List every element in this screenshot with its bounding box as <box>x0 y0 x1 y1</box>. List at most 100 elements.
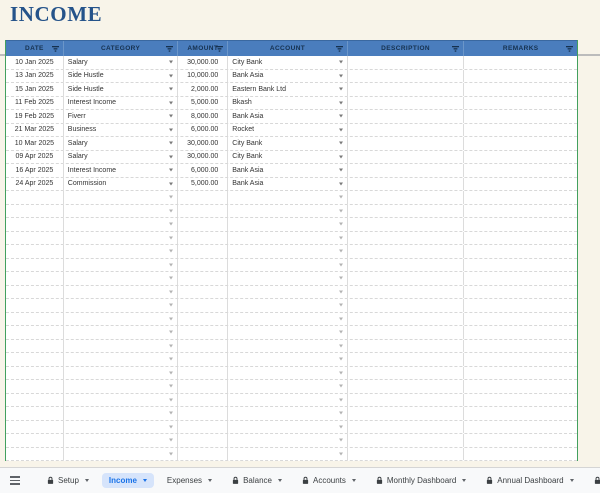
cell-dropdown-icon[interactable] <box>339 277 343 280</box>
account-cell[interactable] <box>228 191 348 204</box>
account-cell[interactable] <box>228 448 348 461</box>
account-cell[interactable] <box>228 286 348 299</box>
cell-dropdown-icon[interactable] <box>339 128 343 131</box>
cell-dropdown-icon[interactable] <box>339 115 343 118</box>
category-cell[interactable] <box>64 340 179 353</box>
category-cell[interactable] <box>64 448 179 461</box>
date-cell[interactable]: 09 Apr 2025 <box>6 151 64 164</box>
amount-cell[interactable]: 30,000.00 <box>178 56 228 69</box>
category-cell[interactable] <box>64 299 179 312</box>
category-cell[interactable]: Salary <box>64 137 179 150</box>
remarks-cell[interactable] <box>464 137 577 150</box>
amount-cell[interactable] <box>178 394 228 407</box>
cell-dropdown-icon[interactable] <box>169 61 173 64</box>
remarks-cell[interactable] <box>464 434 577 447</box>
account-cell[interactable] <box>228 367 348 380</box>
sheet-tab-menu-icon[interactable] <box>85 479 89 482</box>
category-cell[interactable] <box>64 232 179 245</box>
funnel-icon[interactable] <box>452 46 459 52</box>
category-cell[interactable] <box>64 272 179 285</box>
amount-cell[interactable] <box>178 286 228 299</box>
category-cell[interactable] <box>64 434 179 447</box>
remarks-cell[interactable] <box>464 272 577 285</box>
description-cell[interactable] <box>348 110 465 123</box>
category-cell[interactable] <box>64 326 179 339</box>
amount-cell[interactable] <box>178 299 228 312</box>
amount-cell[interactable] <box>178 259 228 272</box>
date-cell[interactable]: 13 Jan 2025 <box>6 70 64 83</box>
description-cell[interactable] <box>348 326 465 339</box>
description-cell[interactable] <box>348 151 465 164</box>
amount-cell[interactable] <box>178 272 228 285</box>
description-cell[interactable] <box>348 286 465 299</box>
description-cell[interactable] <box>348 164 465 177</box>
sheet-tab-menu-icon[interactable] <box>570 479 574 482</box>
category-cell[interactable]: Side Hustle <box>64 83 179 96</box>
remarks-cell[interactable] <box>464 367 577 380</box>
column-header-remarks[interactable]: REMARKS <box>464 41 577 56</box>
amount-cell[interactable] <box>178 245 228 258</box>
cell-dropdown-icon[interactable] <box>169 452 173 455</box>
remarks-cell[interactable] <box>464 56 577 69</box>
account-cell[interactable] <box>228 218 348 231</box>
cell-dropdown-icon[interactable] <box>169 425 173 428</box>
date-cell[interactable]: 11 Feb 2025 <box>6 97 64 110</box>
date-cell[interactable]: 24 Apr 2025 <box>6 178 64 191</box>
amount-cell[interactable] <box>178 380 228 393</box>
description-cell[interactable] <box>348 83 465 96</box>
account-cell[interactable] <box>228 340 348 353</box>
cell-dropdown-icon[interactable] <box>339 452 343 455</box>
cell-dropdown-icon[interactable] <box>339 344 343 347</box>
cell-dropdown-icon[interactable] <box>339 385 343 388</box>
cell-dropdown-icon[interactable] <box>339 358 343 361</box>
funnel-icon[interactable] <box>52 46 59 52</box>
cell-dropdown-icon[interactable] <box>169 371 173 374</box>
amount-cell[interactable]: 30,000.00 <box>178 151 228 164</box>
category-cell[interactable]: Salary <box>64 151 179 164</box>
cell-dropdown-icon[interactable] <box>169 277 173 280</box>
cell-dropdown-icon[interactable] <box>339 88 343 91</box>
cell-dropdown-icon[interactable] <box>339 412 343 415</box>
cell-dropdown-icon[interactable] <box>169 128 173 131</box>
column-header-account[interactable]: ACCOUNT <box>228 41 348 56</box>
cell-dropdown-icon[interactable] <box>169 223 173 226</box>
account-cell[interactable] <box>228 272 348 285</box>
cell-dropdown-icon[interactable] <box>339 331 343 334</box>
category-cell[interactable] <box>64 286 179 299</box>
date-cell[interactable]: 21 Mar 2025 <box>6 124 64 137</box>
cell-dropdown-icon[interactable] <box>169 236 173 239</box>
remarks-cell[interactable] <box>464 259 577 272</box>
category-cell[interactable] <box>64 259 179 272</box>
sheet-tab-menu-icon[interactable] <box>143 479 147 482</box>
amount-cell[interactable] <box>178 407 228 420</box>
description-cell[interactable] <box>348 380 465 393</box>
cell-dropdown-icon[interactable] <box>169 209 173 212</box>
cell-dropdown-icon[interactable] <box>339 61 343 64</box>
date-cell[interactable] <box>6 340 64 353</box>
sheet-tab-annual-dashboard[interactable]: Annual Dashboard <box>479 473 580 488</box>
account-cell[interactable] <box>228 434 348 447</box>
account-cell[interactable] <box>228 299 348 312</box>
category-cell[interactable]: Commission <box>64 178 179 191</box>
description-cell[interactable] <box>348 232 465 245</box>
date-cell[interactable] <box>6 326 64 339</box>
cell-dropdown-icon[interactable] <box>339 142 343 145</box>
description-cell[interactable] <box>348 56 465 69</box>
cell-dropdown-icon[interactable] <box>169 115 173 118</box>
date-cell[interactable]: 15 Jan 2025 <box>6 83 64 96</box>
column-header-description[interactable]: DESCRIPTION <box>348 41 465 56</box>
cell-dropdown-icon[interactable] <box>339 425 343 428</box>
category-cell[interactable] <box>64 313 179 326</box>
amount-cell[interactable] <box>178 205 228 218</box>
category-cell[interactable]: Side Hustle <box>64 70 179 83</box>
description-cell[interactable] <box>348 259 465 272</box>
date-cell[interactable] <box>6 313 64 326</box>
cell-dropdown-icon[interactable] <box>169 169 173 172</box>
remarks-cell[interactable] <box>464 83 577 96</box>
remarks-cell[interactable] <box>464 286 577 299</box>
account-cell[interactable] <box>228 259 348 272</box>
cell-dropdown-icon[interactable] <box>339 290 343 293</box>
account-cell[interactable] <box>228 232 348 245</box>
sheet-tab-accounts[interactable]: Accounts <box>295 473 363 488</box>
date-cell[interactable] <box>6 448 64 461</box>
